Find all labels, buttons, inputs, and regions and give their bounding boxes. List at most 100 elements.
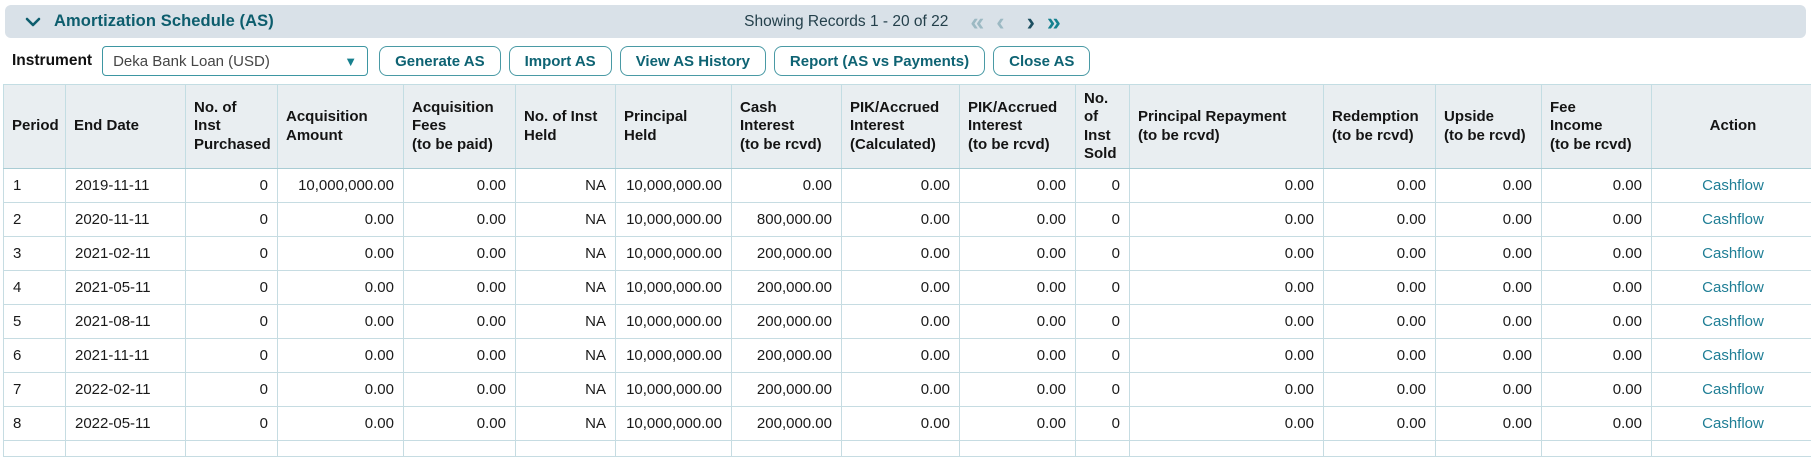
cell-cash: 200,000.00 bbox=[732, 271, 842, 305]
cell-no-of: 0 bbox=[186, 305, 278, 339]
cell-action: Cashflow bbox=[1652, 169, 1811, 203]
cell-end-date: 2020-11-11 bbox=[66, 203, 186, 237]
cell-action: Cashflow bbox=[1652, 407, 1811, 441]
cell-redemption: 0.00 bbox=[1324, 237, 1436, 271]
cell-principal-repayment: 0.00 bbox=[1130, 203, 1324, 237]
cell-no-of: 0 bbox=[186, 407, 278, 441]
table-row: 52021-08-1100.000.00NA10,000,000.00200,0… bbox=[4, 305, 1811, 339]
column-header-redemption: Redemption (to be rcvd) bbox=[1324, 85, 1436, 169]
cell-acquisition: 0.00 bbox=[278, 305, 404, 339]
cell-cash: 200,000.00 bbox=[732, 305, 842, 339]
cell-pik-accrued: 0.00 bbox=[842, 203, 960, 237]
cell-empty bbox=[842, 441, 960, 457]
pagination-next-button[interactable]: › bbox=[1021, 8, 1041, 36]
cell-pik-accrued: 0.00 bbox=[960, 169, 1076, 203]
cell-fee: 0.00 bbox=[1542, 373, 1652, 407]
cell-redemption: 0.00 bbox=[1324, 271, 1436, 305]
cell-end-date: 2021-08-11 bbox=[66, 305, 186, 339]
cell-fee: 0.00 bbox=[1542, 339, 1652, 373]
cell-principal: 10,000,000.00 bbox=[616, 169, 732, 203]
close-as-button[interactable]: Close AS bbox=[993, 46, 1090, 76]
cell-pik-accrued: 0.00 bbox=[842, 305, 960, 339]
cashflow-link[interactable]: Cashflow bbox=[1702, 313, 1764, 330]
collapse-chevron-icon[interactable] bbox=[25, 17, 41, 27]
cell-acquisition: 10,000,000.00 bbox=[278, 169, 404, 203]
cell-acquisition: 0.00 bbox=[404, 203, 516, 237]
column-header-end-date: End Date bbox=[66, 85, 186, 169]
cell-acquisition: 0.00 bbox=[278, 271, 404, 305]
report-as-vs-payments-button[interactable]: Report (AS vs Payments) bbox=[774, 46, 985, 76]
cell-cash: 0.00 bbox=[732, 169, 842, 203]
cell-pik-accrued: 0.00 bbox=[960, 203, 1076, 237]
cell-redemption: 0.00 bbox=[1324, 339, 1436, 373]
instrument-label: Instrument bbox=[12, 52, 92, 70]
cell-end-date: 2021-05-11 bbox=[66, 271, 186, 305]
cell-no-of-inst: NA bbox=[516, 237, 616, 271]
cell-fee: 0.00 bbox=[1542, 203, 1652, 237]
cell-empty bbox=[1436, 441, 1542, 457]
cell-no-of-inst: NA bbox=[516, 407, 616, 441]
cashflow-link[interactable]: Cashflow bbox=[1702, 211, 1764, 228]
cashflow-link[interactable]: Cashflow bbox=[1702, 381, 1764, 398]
cell-principal-repayment: 0.00 bbox=[1130, 373, 1324, 407]
cashflow-link[interactable]: Cashflow bbox=[1702, 177, 1764, 194]
panel-header: Amortization Schedule (AS) Showing Recor… bbox=[5, 5, 1806, 38]
instrument-select[interactable]: Deka Bank Loan (USD) ▼ bbox=[102, 46, 368, 76]
column-header-principal-repayment: Principal Repayment (to be rcvd) bbox=[1130, 85, 1324, 169]
cell-acquisition: 0.00 bbox=[278, 407, 404, 441]
cell-acquisition: 0.00 bbox=[278, 237, 404, 271]
table-row: 72022-02-1100.000.00NA10,000,000.00200,0… bbox=[4, 373, 1811, 407]
cashflow-link[interactable]: Cashflow bbox=[1702, 279, 1764, 296]
cell-principal-repayment: 0.00 bbox=[1130, 407, 1324, 441]
cell-no-of: 0 bbox=[1076, 237, 1130, 271]
cell-period: 8 bbox=[4, 407, 66, 441]
cell-end-date: 2021-11-11 bbox=[66, 339, 186, 373]
column-header-no-of-inst: No. of Inst Held bbox=[516, 85, 616, 169]
cell-no-of: 0 bbox=[1076, 203, 1130, 237]
column-header-pik-accrued: PIK/Accrued Interest (to be rcvd) bbox=[960, 85, 1076, 169]
pagination-prev-button[interactable]: ‹ bbox=[990, 8, 1010, 36]
cell-acquisition: 0.00 bbox=[404, 237, 516, 271]
cell-upside: 0.00 bbox=[1436, 305, 1542, 339]
cashflow-link[interactable]: Cashflow bbox=[1702, 347, 1764, 364]
cell-cash: 200,000.00 bbox=[732, 339, 842, 373]
cell-acquisition: 0.00 bbox=[404, 271, 516, 305]
cashflow-link[interactable]: Cashflow bbox=[1702, 245, 1764, 262]
cell-no-of: 0 bbox=[1076, 407, 1130, 441]
import-as-button[interactable]: Import AS bbox=[509, 46, 612, 76]
view-as-history-button[interactable]: View AS History bbox=[620, 46, 766, 76]
cell-empty bbox=[1324, 441, 1436, 457]
cell-end-date: 2019-11-11 bbox=[66, 169, 186, 203]
cell-redemption: 0.00 bbox=[1324, 373, 1436, 407]
cell-acquisition: 0.00 bbox=[278, 203, 404, 237]
cell-pik-accrued: 0.00 bbox=[960, 373, 1076, 407]
column-header-cash: Cash Interest (to be rcvd) bbox=[732, 85, 842, 169]
cell-no-of: 0 bbox=[1076, 373, 1130, 407]
table-row: 82022-05-1100.000.00NA10,000,000.00200,0… bbox=[4, 407, 1811, 441]
cell-empty bbox=[1542, 441, 1652, 457]
cell-period: 7 bbox=[4, 373, 66, 407]
cell-fee: 0.00 bbox=[1542, 305, 1652, 339]
records-count: Showing Records 1 - 20 of 22 bbox=[744, 13, 948, 31]
column-header-acquisition: Acquisition Fees (to be paid) bbox=[404, 85, 516, 169]
cell-no-of: 0 bbox=[186, 373, 278, 407]
cell-upside: 0.00 bbox=[1436, 203, 1542, 237]
cell-cash: 200,000.00 bbox=[732, 407, 842, 441]
generate-as-button[interactable]: Generate AS bbox=[379, 46, 500, 76]
pagination-last-button[interactable]: » bbox=[1041, 8, 1067, 36]
pagination-first-button[interactable]: « bbox=[964, 8, 990, 36]
amortization-table: PeriodEnd DateNo. of Inst PurchasedAcqui… bbox=[3, 84, 1811, 457]
cashflow-link[interactable]: Cashflow bbox=[1702, 415, 1764, 432]
cell-empty bbox=[404, 441, 516, 457]
cell-empty bbox=[616, 441, 732, 457]
table-row: 32021-02-1100.000.00NA10,000,000.00200,0… bbox=[4, 237, 1811, 271]
cell-upside: 0.00 bbox=[1436, 237, 1542, 271]
cell-principal-repayment: 0.00 bbox=[1130, 305, 1324, 339]
cell-empty bbox=[4, 441, 66, 457]
cell-cash: 200,000.00 bbox=[732, 373, 842, 407]
column-header-acquisition: Acquisition Amount bbox=[278, 85, 404, 169]
cell-end-date: 2022-05-11 bbox=[66, 407, 186, 441]
cell-pik-accrued: 0.00 bbox=[960, 339, 1076, 373]
cell-acquisition: 0.00 bbox=[404, 339, 516, 373]
cell-principal: 10,000,000.00 bbox=[616, 373, 732, 407]
